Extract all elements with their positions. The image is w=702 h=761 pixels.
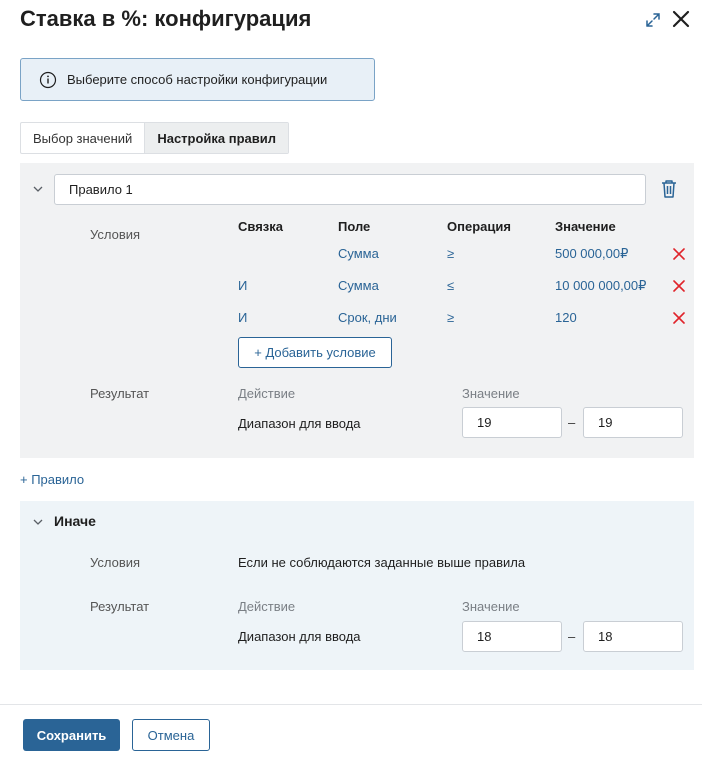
else-action-text: Диапазон для ввода (238, 629, 361, 644)
footer-divider (0, 704, 702, 705)
info-icon (39, 71, 57, 88)
config-tabs: Выбор значений Настройка правил (20, 122, 290, 154)
info-banner: Выберите способ настройки конфигурации (20, 58, 375, 101)
condition-2-link[interactable]: И (238, 278, 247, 293)
condition-2-value[interactable]: 10 000 000,00₽ (555, 278, 646, 294)
else-range-from-input[interactable] (462, 621, 562, 652)
save-button[interactable]: Сохранить (23, 719, 120, 751)
else-range-separator: – (568, 629, 576, 644)
expand-icon[interactable] (644, 11, 662, 29)
else-value-header: Значение (462, 599, 520, 614)
add-rule-link[interactable]: + Правило (20, 472, 84, 487)
condition-3-field[interactable]: Срок, дни (338, 310, 397, 325)
else-conditions-text: Если не соблюдаются заданные выше правил… (238, 555, 526, 570)
column-value-header: Значение (555, 219, 616, 234)
condition-1-operation[interactable]: ≥ (447, 246, 454, 261)
rule-name-input[interactable] (54, 174, 646, 205)
condition-2-field[interactable]: Сумма (338, 278, 379, 293)
rule-range-separator: – (568, 415, 576, 430)
remove-condition-1-icon[interactable] (673, 248, 685, 260)
else-range-to-input[interactable] (583, 621, 683, 652)
cancel-button[interactable]: Отмена (132, 719, 210, 751)
add-condition-button[interactable]: + Добавить условие (238, 337, 392, 368)
rule-value-header: Значение (462, 386, 520, 401)
condition-3-value[interactable]: 120 (555, 310, 577, 325)
rule-action-header: Действие (238, 386, 296, 401)
rule-range-to-input[interactable] (583, 407, 683, 438)
trash-icon[interactable] (660, 179, 678, 199)
column-link-header: Связка (238, 219, 283, 234)
condition-2-operation[interactable]: ≤ (447, 278, 454, 293)
rule-collapse-chevron-icon[interactable] (31, 182, 45, 196)
rule-action-text: Диапазон для ввода (238, 416, 361, 431)
else-conditions-label: Условия (90, 555, 141, 570)
else-collapse-chevron-icon[interactable] (31, 515, 45, 529)
tab-value-selection[interactable]: Выбор значений (21, 123, 144, 153)
condition-1-field[interactable]: Сумма (338, 246, 379, 261)
tab-rule-settings[interactable]: Настройка правил (144, 123, 289, 153)
remove-condition-2-icon[interactable] (673, 280, 685, 292)
remove-condition-3-icon[interactable] (673, 312, 685, 324)
rule-conditions-label: Условия (90, 227, 141, 242)
rule-result-label: Результат (90, 386, 150, 401)
else-action-header: Действие (238, 599, 296, 614)
else-title: Иначе (54, 513, 96, 529)
condition-3-link[interactable]: И (238, 310, 247, 325)
close-icon[interactable] (671, 9, 691, 29)
else-result-label: Результат (90, 599, 150, 614)
condition-3-operation[interactable]: ≥ (447, 310, 454, 325)
column-field-header: Поле (338, 219, 371, 234)
condition-1-value[interactable]: 500 000,00₽ (555, 246, 628, 262)
dialog-title: Ставка в %: конфигурация (20, 6, 312, 31)
rule-range-from-input[interactable] (462, 407, 562, 438)
column-operation-header: Операция (447, 219, 511, 234)
info-banner-text: Выберите способ настройки конфигурации (67, 72, 328, 87)
